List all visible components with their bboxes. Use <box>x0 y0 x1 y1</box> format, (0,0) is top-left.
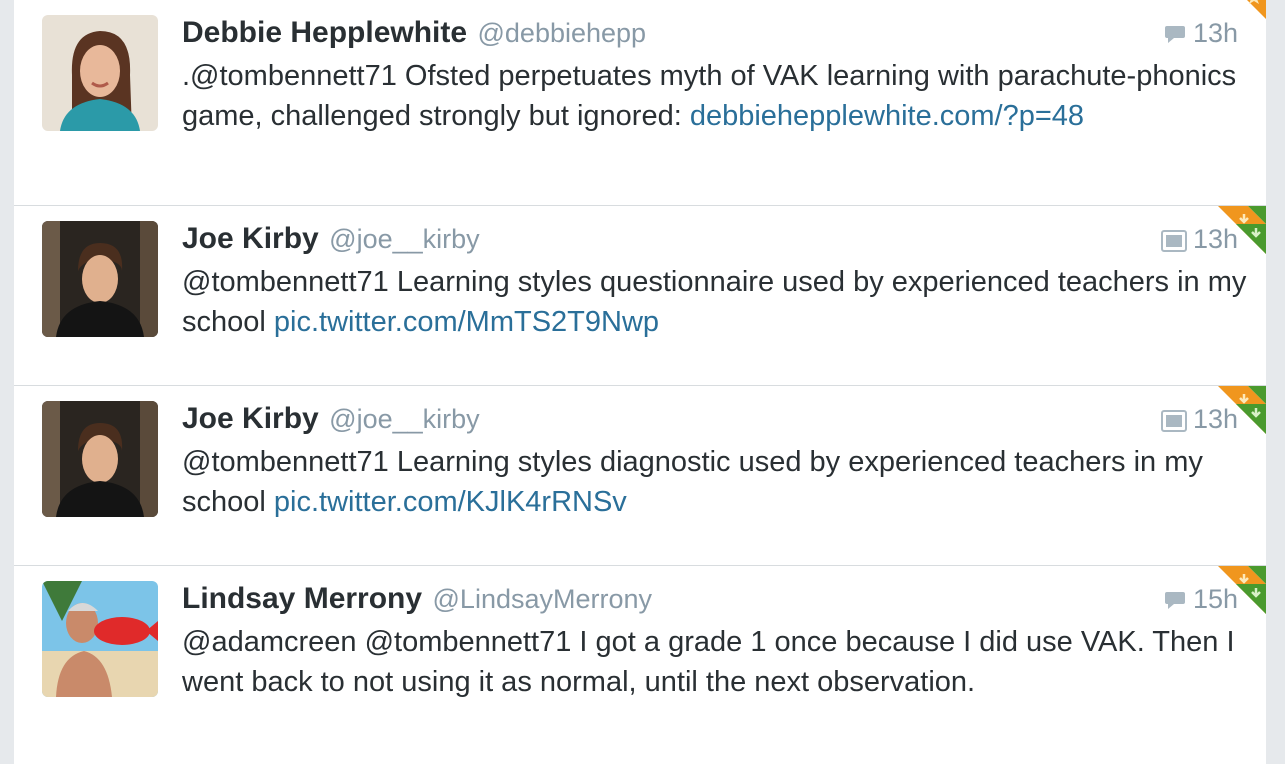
favorite-star-icon <box>1218 0 1266 33</box>
user-name[interactable]: Debbie Hepplewhite <box>182 16 467 49</box>
avatar[interactable] <box>42 581 158 697</box>
favorite-retweet-icon <box>1218 566 1266 614</box>
tweet-text: .@tombennett71 Ofsted perpetuates myth o… <box>182 56 1252 136</box>
avatar[interactable] <box>42 221 158 337</box>
user-name[interactable]: Lindsay Merrony <box>182 582 422 615</box>
tweet-body: @adamcreen @tombennett71 I got a grade 1… <box>182 626 1235 698</box>
tweet-item[interactable]: Debbie Hepplewhite @debbiehepp 13h .@tom… <box>14 0 1266 206</box>
tweet-text: @adamcreen @tombennett71 I got a grade 1… <box>182 622 1252 702</box>
user-name[interactable]: Joe Kirby <box>182 402 319 435</box>
reply-bubble-icon <box>1164 592 1185 609</box>
tweet-link[interactable]: debbiehepplewhite.com/?p=48 <box>690 100 1084 132</box>
user-handle[interactable]: @LindsayMerrony <box>433 584 653 614</box>
tweet-item[interactable]: Joe Kirby @joe__kirby 13h @tombennett71 … <box>14 386 1266 566</box>
tweet-text: @tombennett71 Learning styles diagnostic… <box>182 442 1252 522</box>
tweet-text: @tombennett71 Learning styles questionna… <box>182 262 1252 342</box>
tweet-link[interactable]: pic.twitter.com/MmTS2T9Nwp <box>274 306 659 338</box>
avatar[interactable] <box>42 401 158 517</box>
tweet-header: Joe Kirby @joe__kirby <box>182 400 480 438</box>
tweet-item[interactable]: Lindsay Merrony @LindsayMerrony 15h @ada… <box>14 566 1266 764</box>
tweet-link[interactable]: pic.twitter.com/KJlK4rRNSv <box>274 486 627 518</box>
reply-bubble-icon <box>1164 26 1185 43</box>
user-handle[interactable]: @joe__kirby <box>329 224 479 254</box>
favorite-retweet-icon <box>1218 386 1266 434</box>
photo-icon <box>1160 410 1187 432</box>
user-handle[interactable]: @joe__kirby <box>329 404 479 434</box>
timeline: Debbie Hepplewhite @debbiehepp 13h .@tom… <box>14 0 1266 764</box>
user-name[interactable]: Joe Kirby <box>182 222 319 255</box>
tweet-item[interactable]: Joe Kirby @joe__kirby 13h @tombennett71 … <box>14 206 1266 386</box>
user-handle[interactable]: @debbiehepp <box>478 18 647 48</box>
avatar[interactable] <box>42 15 158 131</box>
favorite-retweet-icon <box>1218 206 1266 254</box>
tweet-header: Debbie Hepplewhite @debbiehepp <box>182 14 646 52</box>
photo-icon <box>1160 230 1187 252</box>
tweet-header: Lindsay Merrony @LindsayMerrony <box>182 580 652 618</box>
tweet-header: Joe Kirby @joe__kirby <box>182 220 480 258</box>
